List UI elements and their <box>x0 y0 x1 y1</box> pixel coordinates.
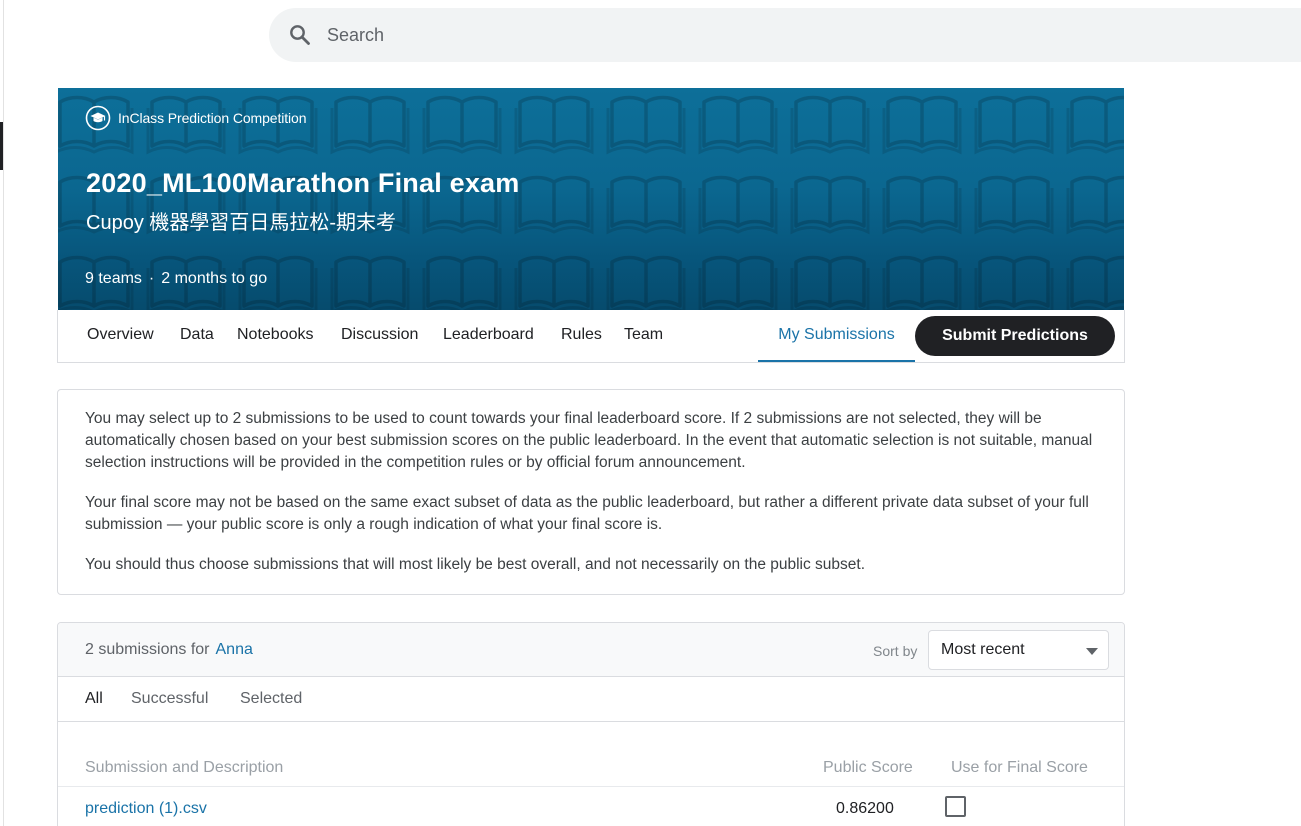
search-icon <box>290 25 310 45</box>
col-use-final-score: Use for Final Score <box>951 759 1088 776</box>
tab-notebooks[interactable]: Notebooks <box>237 326 314 344</box>
search-input[interactable] <box>327 24 1027 46</box>
competition-type-label: InClass Prediction Competition <box>118 110 307 126</box>
col-description: Submission and Description <box>85 759 284 776</box>
user-link[interactable]: Anna <box>216 641 253 658</box>
use-final-score-checkbox[interactable] <box>945 796 966 817</box>
sort-dropdown[interactable]: Most recent <box>928 630 1109 670</box>
submissions-count: 2 submissions for Anna <box>85 641 253 659</box>
submissions-count-text: 2 submissions for <box>85 641 210 658</box>
tab-data[interactable]: Data <box>180 326 214 344</box>
submit-predictions-button[interactable]: Submit Predictions <box>915 316 1115 356</box>
notice-paragraph-1: You may select up to 2 submissions to be… <box>85 410 1093 471</box>
notice-paragraph-2: Your final score may not be based on the… <box>85 494 1089 533</box>
submission-filters: All Successful Selected <box>58 677 1124 722</box>
filter-all[interactable]: All <box>85 690 103 708</box>
sort-label: Sort by <box>873 643 918 659</box>
submissions-header: 2 submissions for Anna Sort by Most recen… <box>58 623 1124 677</box>
final-score-notice: You may select up to 2 submissions to be… <box>57 389 1125 595</box>
tab-rules[interactable]: Rules <box>561 326 602 344</box>
time-remaining: 2 months to go <box>161 270 268 287</box>
sidebar-active-marker <box>0 122 3 170</box>
caret-down-icon <box>1086 648 1098 655</box>
col-public-score: Public Score <box>823 759 913 776</box>
submission-file-link[interactable]: prediction (1).csv <box>85 800 207 818</box>
search-bar[interactable] <box>269 8 1301 62</box>
competition-subtitle: Cupoy 機器學習百日馬拉松-期末考 <box>86 212 397 234</box>
public-score-value: 0.86200 <box>836 800 894 817</box>
competition-tabs: Overview Data Notebooks Discussion Leade… <box>57 310 1125 363</box>
page: InClass Prediction Competition 2020_ML10… <box>0 0 1301 826</box>
notice-paragraph-3: You should thus choose submissions that … <box>85 556 866 573</box>
left-divider <box>3 0 4 826</box>
submissions-panel: 2 submissions for Anna Sort by Most recen… <box>57 622 1125 826</box>
team-count: 9 teams <box>85 270 142 287</box>
tab-my-submissions[interactable]: My Submissions <box>758 310 915 362</box>
meta-separator: · <box>148 270 155 287</box>
table-row: prediction (1).csv 0.86200 <box>58 788 1124 826</box>
competition-header: InClass Prediction Competition 2020_ML10… <box>58 88 1124 310</box>
competition-meta: 9 teams · 2 months to go <box>85 270 267 288</box>
graduation-cap-icon <box>85 105 111 131</box>
tab-team[interactable]: Team <box>624 326 663 344</box>
submissions-table-header: Submission and Description Public Score … <box>58 755 1124 787</box>
competition-title: 2020_ML100Marathon Final exam <box>86 168 520 198</box>
filter-selected[interactable]: Selected <box>240 690 302 708</box>
tab-discussion[interactable]: Discussion <box>341 326 418 344</box>
competition-type: InClass Prediction Competition <box>85 105 307 131</box>
filter-successful[interactable]: Successful <box>131 690 208 708</box>
tab-leaderboard[interactable]: Leaderboard <box>443 326 534 344</box>
sort-selected-value: Most recent <box>941 641 1025 658</box>
tab-overview[interactable]: Overview <box>87 326 154 344</box>
